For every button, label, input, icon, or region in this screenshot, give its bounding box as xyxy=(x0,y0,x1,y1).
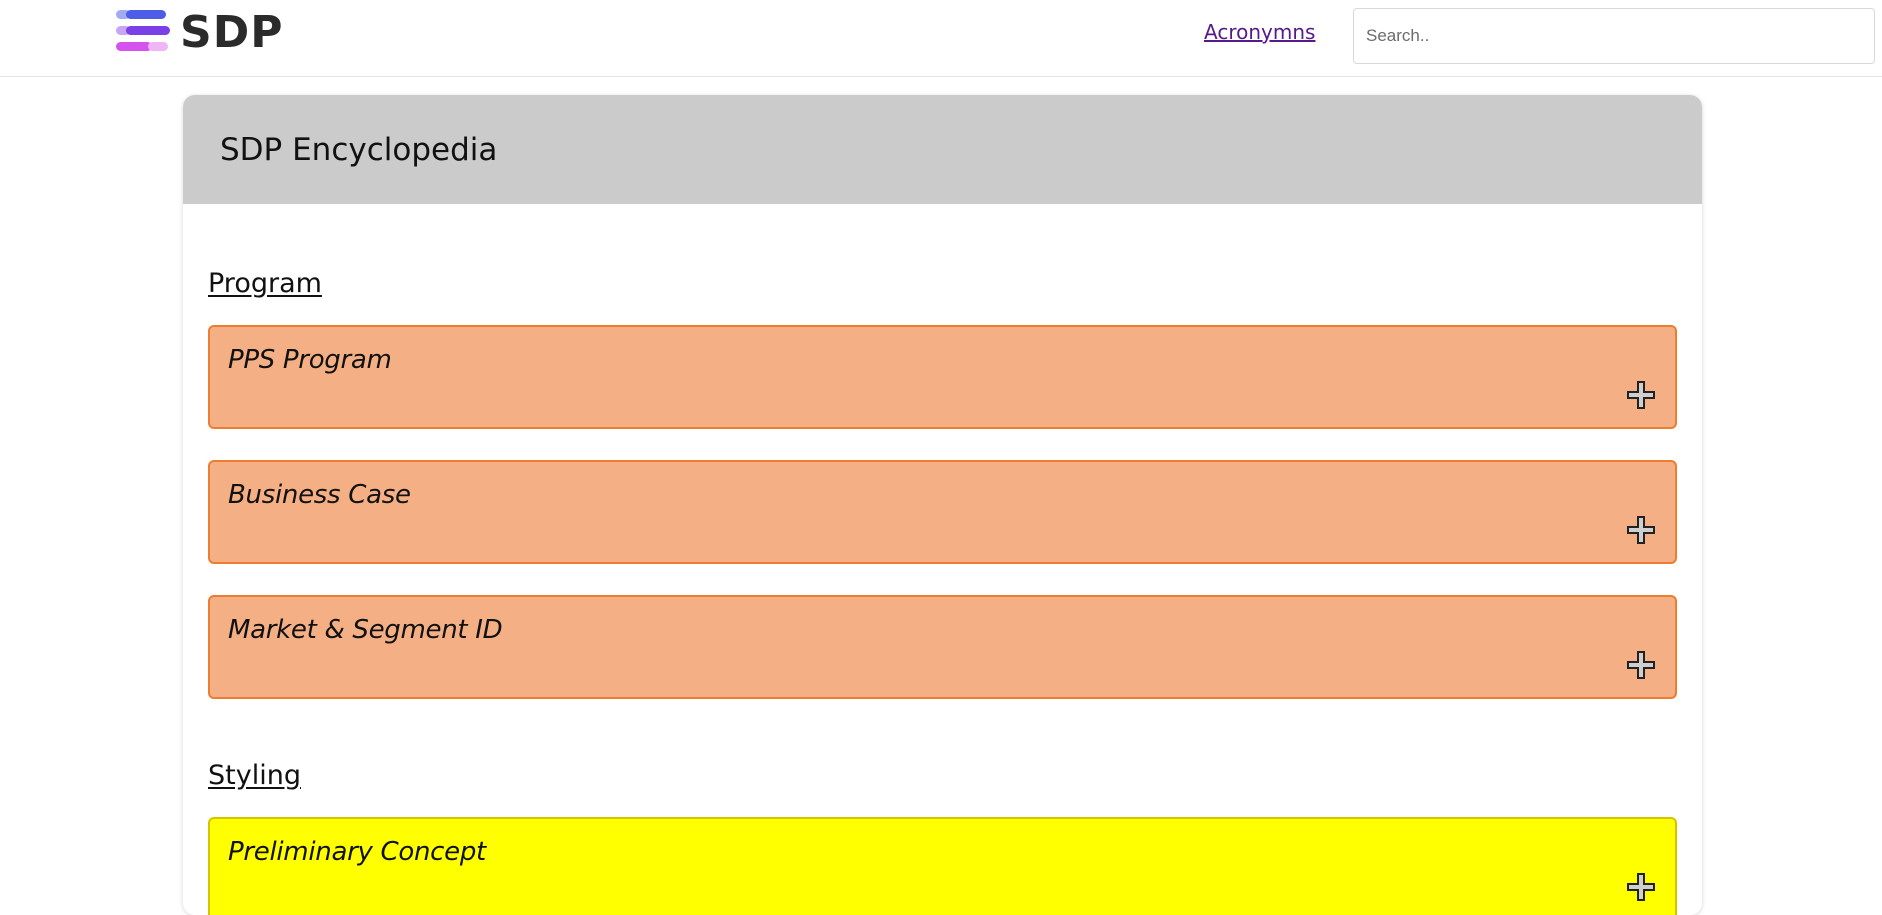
page-title: SDP Encyclopedia xyxy=(220,131,498,168)
section-program: Program PPS Program Business Case Market… xyxy=(208,204,1677,699)
item-title: Preliminary Concept xyxy=(228,837,486,867)
item-title: PPS Program xyxy=(228,345,392,375)
acronyms-link[interactable]: Acronymns xyxy=(1204,20,1315,44)
site-logo[interactable]: SDP xyxy=(114,8,283,58)
encyclopedia-card: SDP Encyclopedia Program PPS Program Bus… xyxy=(183,95,1702,915)
logo-mark-icon xyxy=(114,8,170,58)
item-market-segment-id[interactable]: Market & Segment ID xyxy=(208,595,1677,699)
card-header: SDP Encyclopedia xyxy=(183,95,1702,204)
section-heading-program[interactable]: Program xyxy=(208,268,322,299)
item-title: Business Case xyxy=(228,480,411,510)
plus-icon[interactable] xyxy=(1626,872,1656,902)
plus-icon[interactable] xyxy=(1626,515,1656,545)
item-business-case[interactable]: Business Case xyxy=(208,460,1677,564)
item-title: Market & Segment ID xyxy=(228,615,503,645)
item-pps-program[interactable]: PPS Program xyxy=(208,325,1677,429)
search-input[interactable] xyxy=(1353,8,1875,64)
plus-icon[interactable] xyxy=(1626,380,1656,410)
item-preliminary-concept[interactable]: Preliminary Concept xyxy=(208,817,1677,915)
plus-icon[interactable] xyxy=(1626,650,1656,680)
logo-text: SDP xyxy=(180,7,284,58)
section-heading-styling[interactable]: Styling xyxy=(208,760,301,791)
card-body: Program PPS Program Business Case Market… xyxy=(183,204,1702,915)
section-styling: Styling Preliminary Concept xyxy=(208,699,1677,915)
top-navigation-bar: SDP Acronymns xyxy=(0,0,1882,77)
